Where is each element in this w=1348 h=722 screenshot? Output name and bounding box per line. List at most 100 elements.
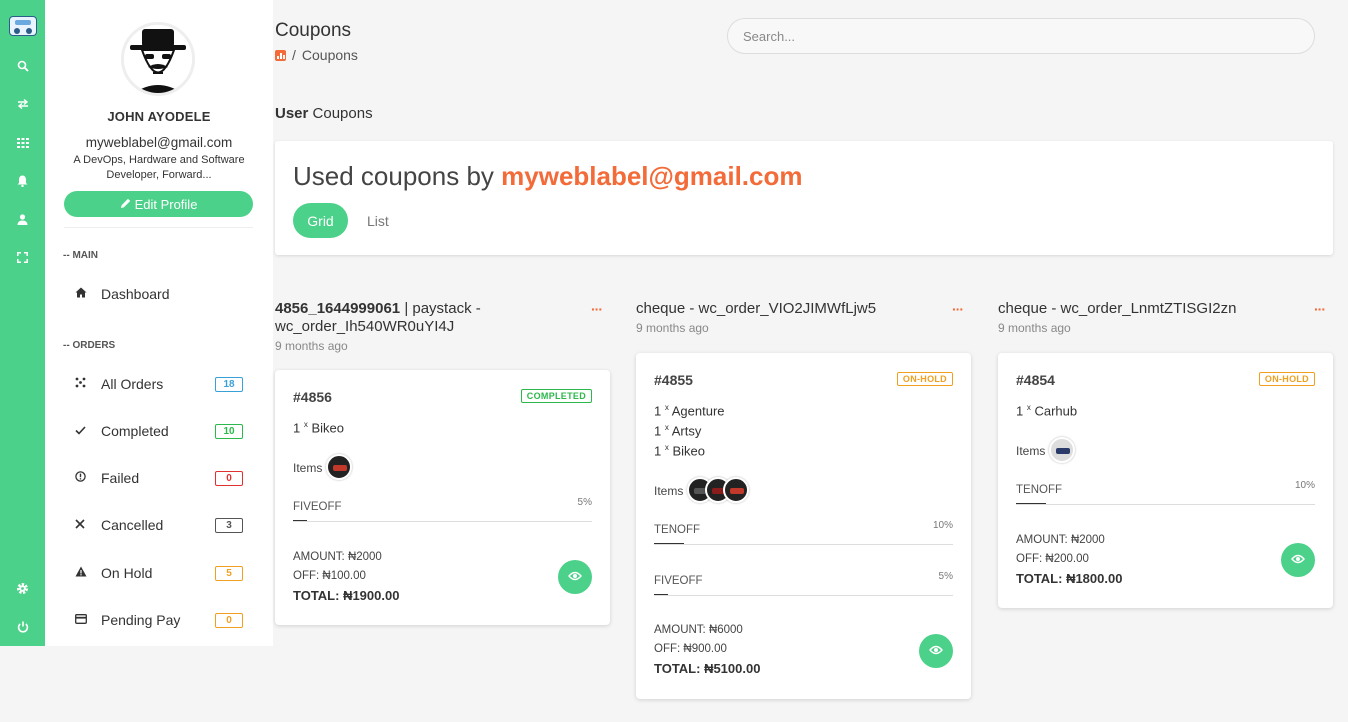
- item-name: Bikeo: [311, 420, 345, 436]
- coupon-code: TENOFF: [1016, 484, 1062, 496]
- breadcrumb: / Coupons: [275, 47, 358, 63]
- sidebar-item-all-orders[interactable]: All Orders 18: [75, 373, 243, 395]
- line-item: 1 x Artsy: [654, 423, 702, 439]
- profile-name: JOHN AYODELE: [107, 109, 211, 124]
- coupon-progress-fill: [293, 520, 307, 521]
- item-name: Artsy: [671, 423, 702, 439]
- view-order-button[interactable]: [558, 560, 592, 594]
- hero-title: Used coupons by myweblabel@gmail.com: [293, 161, 802, 192]
- edit-profile-button[interactable]: Edit Profile: [64, 191, 253, 217]
- more-options-icon[interactable]: ···: [952, 300, 964, 318]
- avatar[interactable]: [121, 22, 195, 96]
- section-heading-rest: Coupons: [312, 105, 373, 122]
- coupon-code-row: TENOFF 10%: [1016, 480, 1315, 505]
- status-badge: ON-HOLD: [1258, 372, 1315, 386]
- all-orders-icon: [75, 377, 101, 391]
- off-text: OFF: ₦200.00: [1016, 553, 1089, 565]
- item-qty: 1: [654, 443, 662, 459]
- order-number[interactable]: #4856: [293, 389, 332, 405]
- status-badge: ON-HOLD: [896, 372, 953, 386]
- swap-icon[interactable]: [0, 94, 45, 114]
- item-qty: 1: [654, 423, 662, 439]
- fullscreen-icon[interactable]: [0, 247, 45, 267]
- coupon-code: TENOFF: [654, 524, 700, 536]
- power-icon[interactable]: [0, 617, 45, 637]
- tab-grid[interactable]: Grid: [293, 203, 348, 238]
- user-icon[interactable]: [0, 209, 45, 229]
- search-input[interactable]: [727, 18, 1315, 54]
- coupon-progress-track: [1016, 504, 1315, 505]
- check-icon: [75, 424, 101, 438]
- grid-icon[interactable]: [0, 133, 45, 153]
- sidebar-item-label: Cancelled: [101, 517, 164, 533]
- items-label: Items: [293, 461, 323, 475]
- warning-icon: [75, 566, 101, 580]
- card-icon: [75, 613, 101, 627]
- count-badge: 10: [215, 423, 243, 439]
- coupon-code-row: FIVEOFF 5%: [293, 497, 592, 522]
- order-number[interactable]: #4854: [1016, 372, 1055, 388]
- coupon-order-heading: cheque - wc_order_VIO2JIMWfLjw5 ···: [636, 300, 971, 318]
- breadcrumb-current: Coupons: [301, 47, 358, 63]
- coupon-progress-fill: [654, 543, 684, 544]
- order-card: #4854 ON-HOLD 1 x Carhub Items TENOFF 10…: [998, 353, 1333, 608]
- eye-icon: [929, 642, 943, 660]
- item-qty: 1: [654, 403, 662, 419]
- sidebar-item-on-hold[interactable]: On Hold 5: [75, 562, 243, 584]
- coupon-progress-fill: [1016, 503, 1046, 504]
- coupon-code: FIVEOFF: [654, 575, 703, 587]
- sidebar-item-failed[interactable]: Failed 0: [75, 467, 243, 489]
- alert-icon: [75, 471, 101, 485]
- order-number[interactable]: #4855: [654, 372, 693, 388]
- order-summary: AMOUNT: ₦2000 OFF: ₦100.00 TOTAL: ₦1900.…: [293, 548, 399, 605]
- coupon-order-heading: 4856_1644999061 | paystack - wc_order_Ih…: [275, 300, 610, 336]
- amount-text: AMOUNT: ₦2000: [1016, 534, 1105, 546]
- amount-text: AMOUNT: ₦6000: [654, 624, 743, 636]
- coupon-order-heading: cheque - wc_order_LnmtZTISGI2zn ···: [998, 300, 1333, 318]
- coupon-column: cheque - wc_order_VIO2JIMWfLjw5 ··· 9 mo…: [636, 300, 971, 699]
- more-options-icon[interactable]: ···: [1314, 300, 1326, 318]
- bell-icon[interactable]: [0, 171, 45, 191]
- coupon-column: 4856_1644999061 | paystack - wc_order_Ih…: [275, 300, 610, 625]
- total-text: TOTAL: ₦1800.00: [1016, 571, 1123, 586]
- gear-icon[interactable]: [0, 578, 45, 598]
- sidebar-item-pending-pay[interactable]: Pending Pay 0: [75, 609, 243, 631]
- coupon-progress-track: [654, 544, 953, 545]
- view-order-button[interactable]: [1281, 543, 1315, 577]
- sidebar-item-label: Completed: [101, 423, 169, 439]
- sidebar-item-completed[interactable]: Completed 10: [75, 420, 243, 442]
- pencil-icon: [120, 197, 131, 212]
- eye-icon: [1291, 551, 1305, 569]
- tab-list[interactable]: List: [367, 203, 389, 238]
- profile-bio: A DevOps, Hardware and Software Develope…: [73, 154, 245, 181]
- status-badge: COMPLETED: [520, 389, 592, 403]
- count-badge: 5: [215, 565, 243, 581]
- search-icon[interactable]: [0, 56, 45, 76]
- count-badge: 0: [215, 612, 243, 628]
- line-item: 1 x Carhub: [1016, 403, 1078, 419]
- sidebar-item-label: On Hold: [101, 565, 153, 581]
- hero-title-email: myweblabel@gmail.com: [501, 161, 803, 191]
- coupons-summary-card: Used coupons by myweblabel@gmail.com Gri…: [275, 141, 1333, 255]
- coupon-progress-fill: [654, 594, 668, 595]
- item-thumbnail[interactable]: [1049, 437, 1075, 463]
- eye-icon: [568, 568, 582, 586]
- sidebar-item-cancelled[interactable]: Cancelled 3: [75, 514, 243, 536]
- line-item: 1 x Bikeo: [293, 420, 345, 436]
- view-order-button[interactable]: [919, 634, 953, 668]
- more-options-icon[interactable]: ···: [591, 300, 603, 318]
- chart-icon[interactable]: [275, 49, 286, 61]
- order-card: #4855 ON-HOLD 1 x Agenture 1 x Artsy 1 x…: [636, 353, 971, 699]
- sidebar-item-label: Pending Pay: [101, 612, 181, 628]
- hero-title-prefix: Used coupons by: [293, 161, 494, 191]
- total-text: TOTAL: ₦1900.00: [293, 588, 400, 603]
- items-label: Items: [654, 484, 684, 498]
- close-icon: [75, 518, 101, 532]
- coupon-percent: 10%: [1294, 480, 1315, 491]
- item-thumbnail[interactable]: [326, 454, 352, 480]
- item-name: Carhub: [1034, 403, 1078, 419]
- sidebar-item-dashboard[interactable]: Dashboard: [75, 283, 243, 305]
- logo-icon[interactable]: [0, 14, 45, 38]
- amount-text: AMOUNT: ₦2000: [293, 551, 382, 563]
- item-thumbnail[interactable]: [723, 477, 749, 503]
